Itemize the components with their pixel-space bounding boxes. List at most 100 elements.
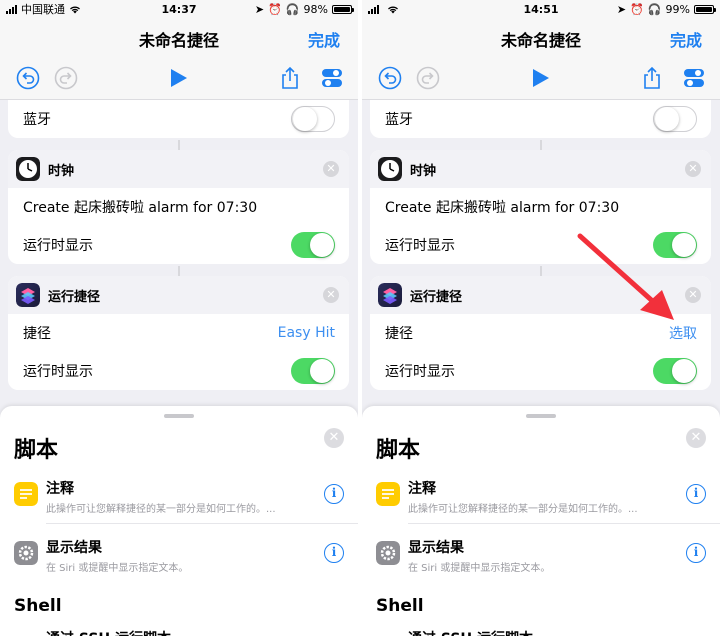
status-time: 14:51 xyxy=(523,2,559,16)
settings-toggle-icon[interactable] xyxy=(682,66,706,90)
status-bar: 14:51 ➤ ⏰ 🎧 99% xyxy=(362,0,720,18)
run-card-header: 运行捷径 ✕ xyxy=(370,276,711,314)
bluetooth-row: 蓝牙 xyxy=(370,100,711,138)
list-item-title: 注释 xyxy=(46,481,74,497)
clock-card-title: 时钟 xyxy=(410,163,437,179)
alarm-summary: Create 起床搬砖啦 alarm for 07:30 xyxy=(23,200,258,216)
actions-sheet: 脚本 ✕ 注释 此操作可让您解释捷径的某一部分是如何工作的。... i 显示结果… xyxy=(0,406,358,636)
shortcut-editor-right: 14:51 ➤ ⏰ 🎧 99% 未命名捷径 完成 蓝牙 时钟 ✕ Create … xyxy=(362,0,720,636)
show-when-run-row: 运行时显示 xyxy=(8,226,349,264)
shortcut-field-value[interactable]: Easy Hit xyxy=(278,325,335,341)
shortcuts-app-icon xyxy=(16,283,40,307)
list-item-title: 显示结果 xyxy=(46,540,102,556)
share-icon[interactable] xyxy=(640,66,664,90)
info-icon[interactable]: i xyxy=(686,543,706,563)
carrier-label: 中国联通 xyxy=(21,3,65,16)
info-icon[interactable]: i xyxy=(324,484,344,504)
clock-action-card: 时钟 ✕ Create 起床搬砖啦 alarm for 07:30 运行时显示 xyxy=(8,150,349,264)
info-icon[interactable]: i xyxy=(324,543,344,563)
close-icon[interactable]: ✕ xyxy=(685,161,701,177)
editor-toolbar xyxy=(362,56,720,100)
list-item[interactable]: 显示结果 在 Siri 或提醒中显示指定文本。 i xyxy=(0,527,358,583)
done-button[interactable]: 完成 xyxy=(308,27,340,51)
undo-icon[interactable] xyxy=(378,66,402,90)
bluetooth-toggle[interactable] xyxy=(291,106,335,132)
show-when-run-toggle[interactable] xyxy=(653,232,697,258)
gear-icon xyxy=(376,541,400,565)
list-item[interactable]: 注释 此操作可让您解释捷径的某一部分是如何工作的。... i xyxy=(362,468,720,524)
bluetooth-row: 蓝牙 xyxy=(8,100,349,138)
nav-bar: 未命名捷径 完成 xyxy=(362,18,720,56)
sheet-grabber[interactable] xyxy=(526,414,556,418)
gear-icon xyxy=(14,541,38,565)
shortcut-field-row: 捷径 Easy Hit xyxy=(8,314,349,352)
show-when-run-toggle[interactable] xyxy=(653,358,697,384)
alarm-summary-row[interactable]: Create 起床搬砖啦 alarm for 07:30 xyxy=(370,188,711,226)
show-when-run-toggle[interactable] xyxy=(291,232,335,258)
done-button[interactable]: 完成 xyxy=(670,27,702,51)
headphones-icon: 🎧 xyxy=(647,2,662,16)
list-item-ssh[interactable]: 通过 SSH 运行脚本 xyxy=(46,628,171,636)
bluetooth-label: 蓝牙 xyxy=(23,112,51,128)
section-header-shell: Shell xyxy=(376,596,424,616)
list-item-title: 显示结果 xyxy=(408,540,464,556)
action-connector xyxy=(540,140,542,150)
sheet-title: 脚本 xyxy=(376,438,421,463)
share-icon[interactable] xyxy=(278,66,302,90)
settings-toggle-icon[interactable] xyxy=(320,66,344,90)
nav-bar: 未命名捷径 完成 xyxy=(0,18,358,56)
show-when-run-label: 运行时显示 xyxy=(23,238,93,254)
clock-card-header: 时钟 ✕ xyxy=(370,150,711,188)
play-icon[interactable] xyxy=(528,66,552,90)
list-separator xyxy=(408,523,720,524)
close-icon[interactable]: ✕ xyxy=(686,428,706,448)
list-item[interactable]: 注释 此操作可让您解释捷径的某一部分是如何工作的。... i xyxy=(0,468,358,524)
run-card-title: 运行捷径 xyxy=(410,289,463,305)
shortcut-field-value[interactable]: 选取 xyxy=(669,323,697,343)
location-icon: ➤ xyxy=(254,2,265,16)
list-item[interactable]: 显示结果 在 Siri 或提醒中显示指定文本。 i xyxy=(362,527,720,583)
run-shortcut-action-card: 运行捷径 ✕ 捷径 选取 运行时显示 xyxy=(370,276,711,390)
bluetooth-card: 蓝牙 xyxy=(370,100,711,138)
clock-app-icon xyxy=(378,157,402,181)
section-header-shell: Shell xyxy=(14,596,62,616)
play-icon[interactable] xyxy=(166,66,190,90)
list-item-subtitle: 在 Siri 或提醒中显示指定文本。 xyxy=(46,563,189,574)
show-when-run-row: 运行时显示 xyxy=(370,352,711,390)
notes-icon xyxy=(376,482,400,506)
show-when-run-row: 运行时显示 xyxy=(370,226,711,264)
undo-icon[interactable] xyxy=(16,66,40,90)
redo-icon[interactable] xyxy=(416,66,440,90)
redo-icon[interactable] xyxy=(54,66,78,90)
action-connector xyxy=(178,266,180,276)
list-item-ssh[interactable]: 通过 SSH 运行脚本 xyxy=(408,628,533,636)
battery-icon xyxy=(694,4,716,14)
show-when-run-toggle[interactable] xyxy=(291,358,335,384)
wifi-icon xyxy=(70,6,80,13)
battery-percent: 99% xyxy=(665,2,690,16)
shortcut-field-row: 捷径 选取 xyxy=(370,314,711,352)
actions-sheet: 脚本 ✕ 注释 此操作可让您解释捷径的某一部分是如何工作的。... i 显示结果… xyxy=(362,406,720,636)
close-icon[interactable]: ✕ xyxy=(324,428,344,448)
list-item-subtitle: 此操作可让您解释捷径的某一部分是如何工作的。... xyxy=(46,504,276,515)
battery-level xyxy=(696,6,712,12)
close-icon[interactable]: ✕ xyxy=(323,161,339,177)
show-when-run-row: 运行时显示 xyxy=(8,352,349,390)
list-item-subtitle: 此操作可让您解释捷径的某一部分是如何工作的。... xyxy=(408,504,638,515)
shortcut-editor-left: 中国联通 14:37 ➤ ⏰ 🎧 98% 未命名捷径 完成 蓝牙 时钟 ✕ Cr… xyxy=(0,0,358,636)
status-time: 14:37 xyxy=(161,2,197,16)
close-icon[interactable]: ✕ xyxy=(323,287,339,303)
info-icon[interactable]: i xyxy=(686,484,706,504)
close-icon[interactable]: ✕ xyxy=(685,287,701,303)
clock-card-header: 时钟 ✕ xyxy=(8,150,349,188)
battery-level xyxy=(334,6,350,12)
location-icon: ➤ xyxy=(616,2,627,16)
bluetooth-toggle[interactable] xyxy=(653,106,697,132)
shortcuts-app-icon xyxy=(378,283,402,307)
alarm-summary-row[interactable]: Create 起床搬砖啦 alarm for 07:30 xyxy=(8,188,349,226)
run-card-title: 运行捷径 xyxy=(48,289,101,305)
sheet-grabber[interactable] xyxy=(164,414,194,418)
alarm-icon: ⏰ xyxy=(630,2,644,16)
bluetooth-label: 蓝牙 xyxy=(385,112,413,128)
show-when-run-label: 运行时显示 xyxy=(385,364,455,380)
